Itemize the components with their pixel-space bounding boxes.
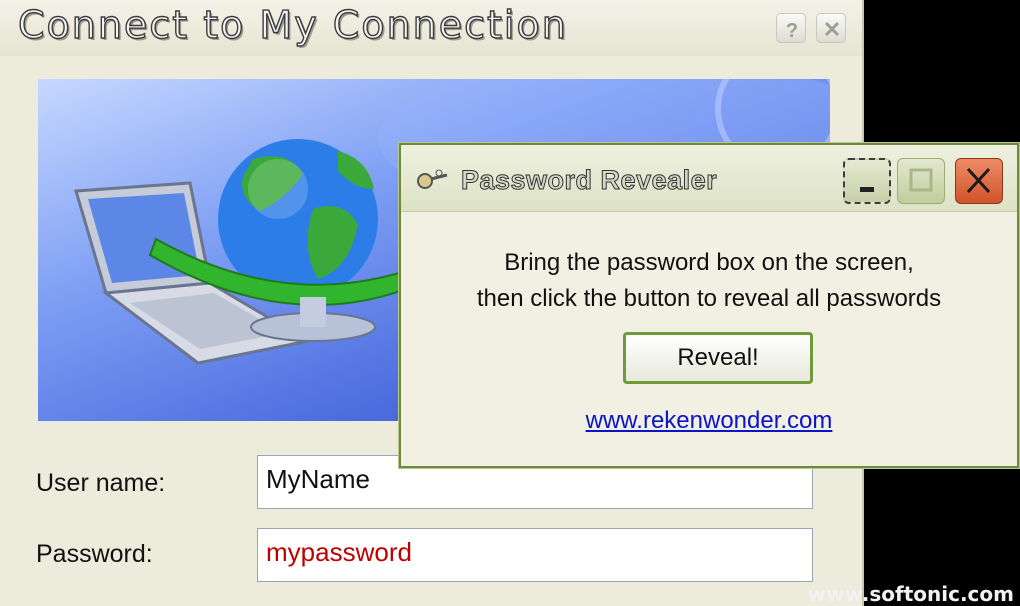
username-label: User name: — [36, 469, 166, 497]
password-label: Password: — [36, 540, 153, 568]
instruction-line-1: Bring the password box on the screen, — [504, 249, 914, 276]
instruction-line-2: then click the button to reveal all pass… — [476, 285, 942, 312]
password-revealer-window: Password Revealer Bring the password box… — [399, 143, 1019, 468]
help-button[interactable]: ? — [776, 13, 806, 43]
instructions-text: Bring the password box on the screen, th… — [401, 245, 1017, 317]
password-field[interactable]: mypassword — [257, 528, 813, 582]
revealer-titlebar[interactable]: Password Revealer — [401, 145, 1017, 212]
watermark: www.softonic.com — [807, 582, 1014, 606]
help-icon: ? — [786, 20, 798, 42]
maximize-icon — [909, 168, 933, 192]
close-icon — [966, 167, 991, 194]
app-icon — [417, 169, 448, 189]
close-icon — [824, 21, 840, 37]
maximize-button[interactable] — [897, 158, 945, 204]
connect-dialog-title: Connect to My Connection — [17, 2, 568, 47]
revealer-close-button[interactable] — [955, 158, 1003, 204]
revealer-title: Password Revealer — [460, 165, 718, 196]
minimize-icon — [860, 187, 874, 192]
website-link[interactable]: www.rekenwonder.com — [401, 407, 1017, 435]
svg-text:?: ? — [786, 20, 798, 42]
close-button[interactable] — [816, 13, 846, 43]
minimize-button[interactable] — [843, 158, 891, 204]
connect-titlebar[interactable]: Connect to My Connection ? — [0, 0, 862, 56]
reveal-button[interactable]: Reveal! — [623, 332, 813, 384]
